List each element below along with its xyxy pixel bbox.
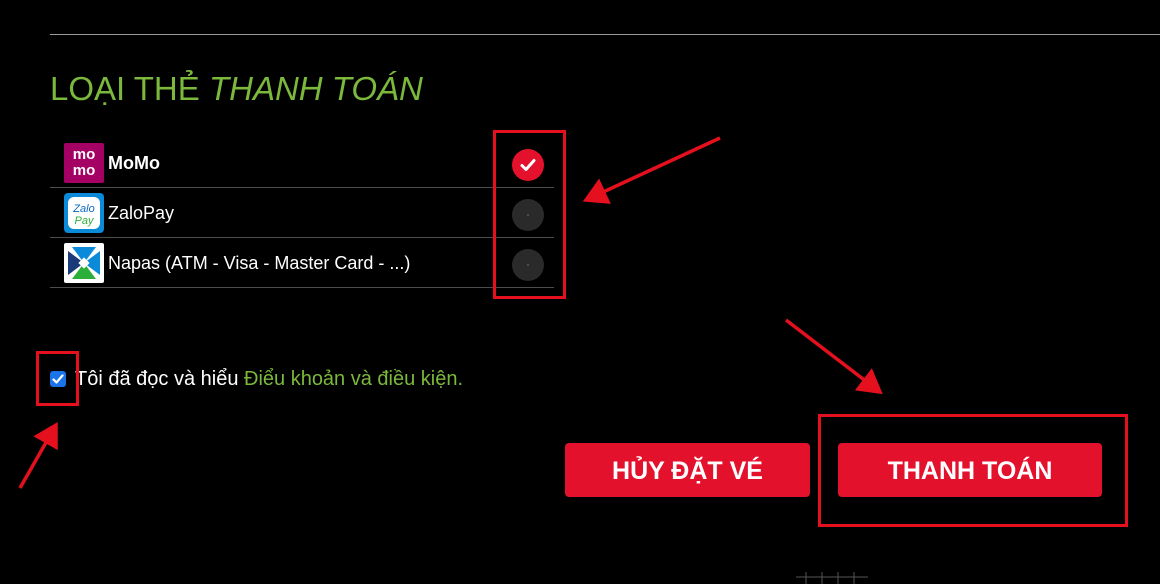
arrow-to-radios xyxy=(582,136,721,204)
arrow-to-checkbox xyxy=(18,421,58,489)
payment-page: LOẠI THẺ THANH TOÁN mo mo MoMo Zalo Pay … xyxy=(0,0,1160,584)
annotation-arrows xyxy=(18,136,883,489)
arrow-to-pay-button xyxy=(784,318,883,395)
decorative-grid xyxy=(796,572,868,584)
